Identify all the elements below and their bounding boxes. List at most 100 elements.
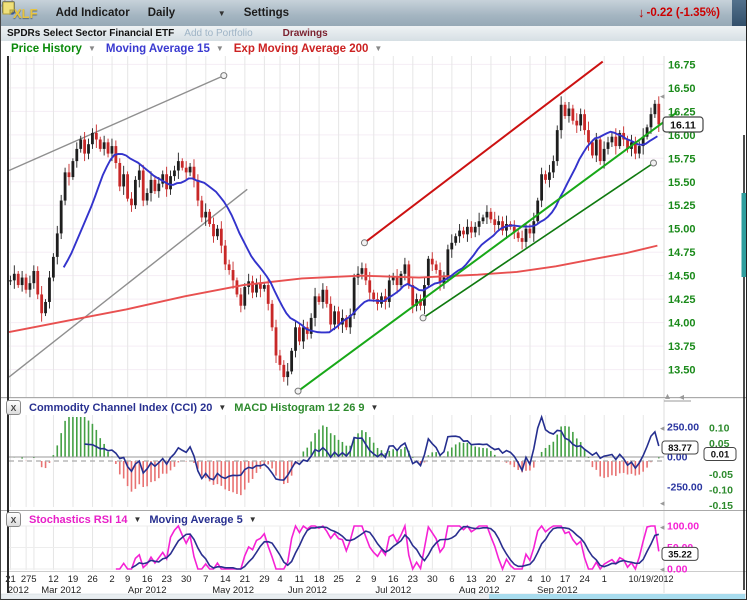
- svg-text:5: 5: [31, 574, 36, 585]
- settings-button[interactable]: Settings: [244, 7, 289, 19]
- note-icon[interactable]: [1, 0, 16, 15]
- green-trendline-shallow[interactable]: [423, 163, 653, 318]
- main-toolbar: XLF Add Indicator Daily ▼ Settings: [1, 0, 747, 27]
- svg-text:27: 27: [505, 574, 516, 585]
- svg-text:21: 21: [240, 574, 251, 585]
- svg-text:16: 16: [142, 574, 153, 585]
- candlestick-series: [9, 96, 660, 385]
- horizontal-scrollbar[interactable]: [1, 594, 747, 599]
- svg-text:13: 13: [466, 574, 477, 585]
- price-axis: 16.7516.5016.2516.0015.7515.5015.2515.00…: [660, 59, 696, 376]
- green-trendline-steep-handle[interactable]: [295, 388, 301, 394]
- macd-histogram: [14, 417, 658, 495]
- ma15-label: Moving Average 15: [106, 43, 210, 55]
- date-axis: 2127512192629162330714212941118252916233…: [5, 574, 673, 596]
- svg-text:7: 7: [203, 574, 208, 585]
- legend-moving-average-15[interactable]: Moving Average 15 ▼: [106, 43, 224, 55]
- chevron-down-icon: ▼: [218, 9, 226, 18]
- svg-text:15.50: 15.50: [668, 177, 696, 189]
- svg-text:14.75: 14.75: [668, 247, 696, 259]
- svg-text:15.75: 15.75: [668, 153, 696, 165]
- svg-text:27: 27: [21, 574, 32, 585]
- price-history-label: Price History: [11, 43, 82, 55]
- svg-text:17: 17: [560, 574, 571, 585]
- add-to-portfolio-link[interactable]: Add to Portfolio: [184, 28, 252, 39]
- macd-indicator-menu[interactable]: MACD Histogram 12 26 9 ▼: [234, 402, 378, 414]
- svg-text:▴: ▴: [665, 391, 670, 402]
- svg-text:21: 21: [5, 574, 16, 585]
- svg-text:18: 18: [314, 574, 325, 585]
- stoch-current-tag: 35.22: [662, 547, 698, 560]
- svg-text:◂: ◂: [660, 498, 665, 508]
- macd-current-tag: 0.01: [704, 448, 736, 461]
- indicator-legend-bar: Price History ▼ Moving Average 15 ▼ Exp …: [1, 41, 747, 56]
- chevron-down-icon: ▼: [216, 44, 224, 53]
- chart-canvas: 16.7516.5016.2516.0015.7515.5015.2515.00…: [1, 0, 747, 600]
- svg-text:100.00: 100.00: [667, 521, 699, 533]
- green-trendline-shallow-handle[interactable]: [650, 160, 656, 166]
- cci-panel-header: X Commodity Channel Index (CCI) 20 ▼ MAC…: [1, 400, 661, 415]
- change-value: -0.22 (-1.35%): [646, 7, 720, 19]
- red-trendline[interactable]: [364, 62, 602, 243]
- svg-text:25: 25: [333, 574, 344, 585]
- symbol-full-name: SPDRs Select Sector Financial ETF: [7, 28, 174, 39]
- svg-text:9: 9: [371, 574, 376, 585]
- chevron-down-icon: ▼: [218, 403, 226, 412]
- svg-text:29: 29: [259, 574, 270, 585]
- svg-text:◂: ◂: [660, 564, 665, 574]
- chevron-down-icon: ▼: [371, 403, 379, 412]
- stoch-panel-header: X Stochastics RSI 14 ▼ Moving Average 5 …: [1, 512, 661, 527]
- symbol-label[interactable]: XLF: [13, 6, 38, 21]
- svg-text:83.77: 83.77: [668, 443, 692, 454]
- vertical-zoom-slider[interactable]: [742, 135, 747, 590]
- stoch-ma-menu[interactable]: Moving Average 5 ▼: [149, 514, 256, 526]
- svg-text:15.25: 15.25: [668, 200, 696, 212]
- svg-text:4: 4: [527, 574, 532, 585]
- vertical-slider-thumb[interactable]: [742, 193, 747, 277]
- svg-text:◂: ◂: [660, 423, 665, 433]
- svg-text:4: 4: [277, 574, 282, 585]
- cci-indicator-menu[interactable]: Commodity Channel Index (CCI) 20 ▼: [29, 402, 226, 414]
- chevron-down-icon: ▼: [133, 515, 141, 524]
- svg-text:30: 30: [181, 574, 192, 585]
- stoch-indicator-menu[interactable]: Stochastics RSI 14 ▼: [29, 514, 141, 526]
- svg-text:14.50: 14.50: [668, 271, 696, 283]
- svg-text:2: 2: [355, 574, 360, 585]
- charting-app-window: 16.7516.5016.2516.0015.7515.5015.2515.00…: [0, 0, 747, 600]
- add-indicator-button[interactable]: Add Indicator: [56, 7, 130, 19]
- symbol-subbar: SPDRs Select Sector Financial ETF Add to…: [1, 26, 747, 42]
- legend-price-history[interactable]: Price History ▼: [11, 43, 96, 55]
- green-trendline-shallow-handle[interactable]: [420, 315, 426, 321]
- svg-text:26: 26: [87, 574, 98, 585]
- svg-text:15.00: 15.00: [668, 224, 696, 236]
- svg-text:◂: ◂: [660, 91, 665, 101]
- chevron-down-icon: ▼: [249, 515, 257, 524]
- svg-text:10: 10: [540, 574, 551, 585]
- svg-text:6: 6: [449, 574, 454, 585]
- svg-text:23: 23: [161, 574, 172, 585]
- interval-select[interactable]: Daily ▼: [148, 7, 226, 19]
- quote-change: ↓ -0.22 (-1.35%): [638, 5, 720, 20]
- cci-axis-labels: 250.000.00-250.000.100.05-0.05-0.10-0.15…: [660, 422, 733, 513]
- cci-zero-lines: [9, 457, 664, 461]
- ema200-label: Exp Moving Average 200: [234, 43, 369, 55]
- svg-text:0.01: 0.01: [711, 450, 730, 461]
- red-trendline-handle[interactable]: [361, 240, 367, 246]
- svg-text:14.25: 14.25: [668, 294, 696, 306]
- svg-text:13.50: 13.50: [668, 365, 696, 377]
- svg-text:14: 14: [220, 574, 231, 585]
- chevron-down-icon: ▼: [88, 44, 96, 53]
- legend-exp-moving-average-200[interactable]: Exp Moving Average 200 ▼: [234, 43, 383, 55]
- ma15-line: [64, 132, 658, 333]
- horizontal-scrollbar-thumb[interactable]: [489, 594, 745, 599]
- svg-text:-0.05: -0.05: [709, 469, 733, 481]
- window-corner-block: [732, 0, 747, 26]
- gray-channel-upper-handle[interactable]: [221, 73, 227, 79]
- svg-text:23: 23: [408, 574, 419, 585]
- close-stoch-panel-button[interactable]: X: [6, 512, 21, 527]
- svg-text:30: 30: [427, 574, 438, 585]
- drawings-menu[interactable]: Drawings: [283, 28, 328, 39]
- close-cci-panel-button[interactable]: X: [6, 400, 21, 415]
- cci-label: Commodity Channel Index (CCI) 20: [29, 402, 212, 414]
- svg-text:20: 20: [486, 574, 497, 585]
